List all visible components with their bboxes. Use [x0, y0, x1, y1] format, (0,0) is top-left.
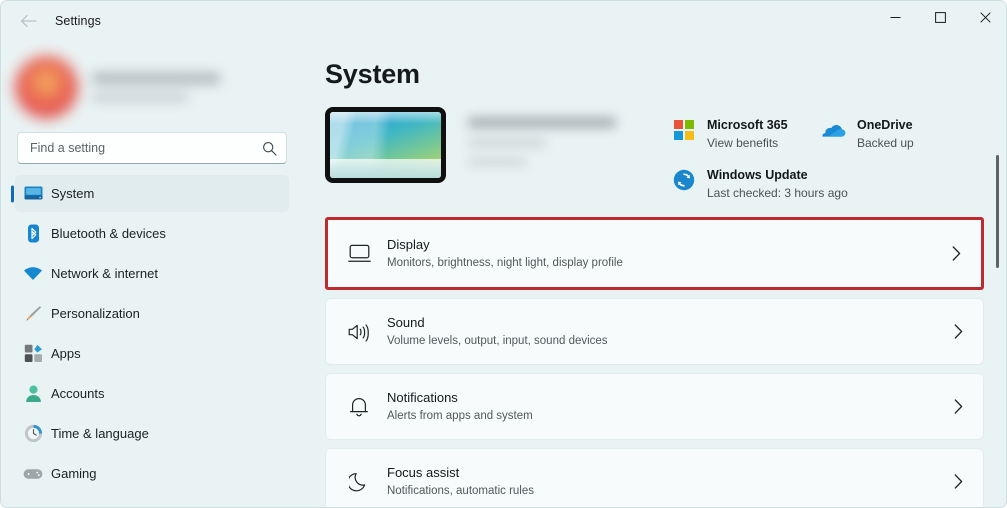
bluetooth-icon [23, 224, 43, 244]
close-icon [980, 12, 991, 23]
status-card-subtitle: Last checked: 3 hours ago [707, 186, 848, 200]
back-button[interactable] [11, 6, 45, 36]
sidebar-item-label: Network & internet [51, 266, 158, 281]
sidebar-item-label: Gaming [51, 466, 97, 481]
onedrive-cloud-icon [821, 117, 847, 143]
bell-icon [342, 392, 376, 422]
device-name-redacted [468, 107, 616, 199]
status-card-subtitle: View benefits [707, 136, 779, 150]
status-card-title: OneDrive [857, 118, 913, 132]
content-scrollbar[interactable] [991, 119, 1005, 507]
status-cards: Microsoft 365 View benefits OneDrive Bac… [671, 117, 991, 202]
settings-row-focus-assist[interactable]: Focus assist Notifications, automatic ru… [325, 448, 984, 507]
settings-window: Settings Find a setting System Bluetooth… [0, 0, 1007, 508]
monitor-icon [23, 184, 43, 204]
sidebar-item-label: Personalization [51, 306, 140, 321]
settings-row-title: Notifications [387, 389, 458, 405]
settings-row-subtitle: Notifications, automatic rules [387, 484, 535, 497]
maximize-icon [935, 12, 946, 23]
account-name-redacted [92, 72, 220, 102]
sidebar-item-system[interactable]: System [15, 175, 289, 212]
chevron-right-icon [954, 399, 963, 414]
status-card-microsoft-365[interactable]: Microsoft 365 View benefits [671, 117, 821, 152]
chevron-right-icon [954, 324, 963, 339]
sidebar-item-apps[interactable]: Apps [15, 335, 289, 372]
sidebar: System Bluetooth & devices [1, 41, 303, 507]
device-wallpaper-thumbnail [325, 107, 446, 183]
status-card-onedrive[interactable]: OneDrive Backed up [821, 117, 971, 152]
status-card-title: Windows Update [707, 168, 808, 182]
paintbrush-icon [23, 304, 43, 324]
settings-row-title: Display [387, 236, 430, 252]
monitor-outline-icon [342, 239, 376, 269]
maximize-button[interactable] [918, 1, 963, 34]
scrollbar-thumb[interactable] [996, 155, 999, 268]
settings-row-title: Focus assist [387, 464, 460, 480]
settings-row-display[interactable]: Display Monitors, brightness, night ligh… [325, 217, 984, 290]
sidebar-item-label: Bluetooth & devices [51, 226, 166, 241]
apps-grid-icon [23, 344, 43, 364]
speaker-icon [342, 317, 376, 347]
window-controls [873, 1, 1006, 41]
account-summary[interactable] [1, 46, 303, 128]
sidebar-item-label: System [51, 186, 95, 201]
minimize-button[interactable] [873, 1, 918, 34]
sync-refresh-icon [671, 167, 697, 193]
sidebar-item-label: Accounts [51, 386, 105, 401]
settings-row-subtitle: Alerts from apps and system [387, 409, 533, 422]
sidebar-item-gaming[interactable]: Gaming [15, 455, 289, 492]
sidebar-nav: System Bluetooth & devices Network & int… [1, 175, 303, 492]
settings-row-notifications[interactable]: Notifications Alerts from apps and syste… [325, 373, 984, 440]
sidebar-item-label: Time & language [51, 426, 149, 441]
chevron-right-icon [952, 246, 961, 261]
person-icon [23, 384, 43, 404]
settings-row-subtitle: Monitors, brightness, night light, displ… [387, 256, 623, 269]
page-title: System [325, 59, 420, 89]
search-icon [262, 141, 277, 156]
moon-icon [342, 467, 376, 497]
status-card-windows-update[interactable]: Windows Update Last checked: 3 hours ago [671, 167, 971, 202]
search-input[interactable] [30, 141, 262, 155]
wifi-icon [23, 264, 43, 284]
sidebar-item-bluetooth-devices[interactable]: Bluetooth & devices [15, 215, 289, 252]
main-content: System Microsoft 365 View benefits OneDr… [303, 41, 1006, 507]
settings-row-subtitle: Volume levels, output, input, sound devi… [387, 334, 608, 347]
sidebar-item-network-internet[interactable]: Network & internet [15, 255, 289, 292]
sidebar-item-accounts[interactable]: Accounts [15, 375, 289, 412]
title-bar: Settings [1, 1, 1006, 41]
arrow-left-icon [20, 15, 37, 27]
settings-row-title: Sound [387, 314, 425, 330]
search-box[interactable] [17, 132, 287, 164]
sidebar-item-time-language[interactable]: Time & language [15, 415, 289, 452]
minimize-icon [890, 17, 901, 18]
avatar [15, 55, 78, 119]
clock-icon [23, 424, 43, 444]
status-card-subtitle: Backed up [857, 136, 914, 150]
microsoft-logo-icon [671, 117, 697, 143]
sidebar-item-label: Apps [51, 346, 81, 361]
gamepad-icon [23, 464, 43, 484]
app-title: Settings [55, 14, 101, 28]
sidebar-item-personalization[interactable]: Personalization [15, 295, 289, 332]
settings-row-sound[interactable]: Sound Volume levels, output, input, soun… [325, 298, 984, 365]
chevron-right-icon [954, 474, 963, 489]
settings-list: Display Monitors, brightness, night ligh… [303, 217, 1006, 507]
status-card-title: Microsoft 365 [707, 118, 788, 132]
close-button[interactable] [963, 1, 1006, 34]
